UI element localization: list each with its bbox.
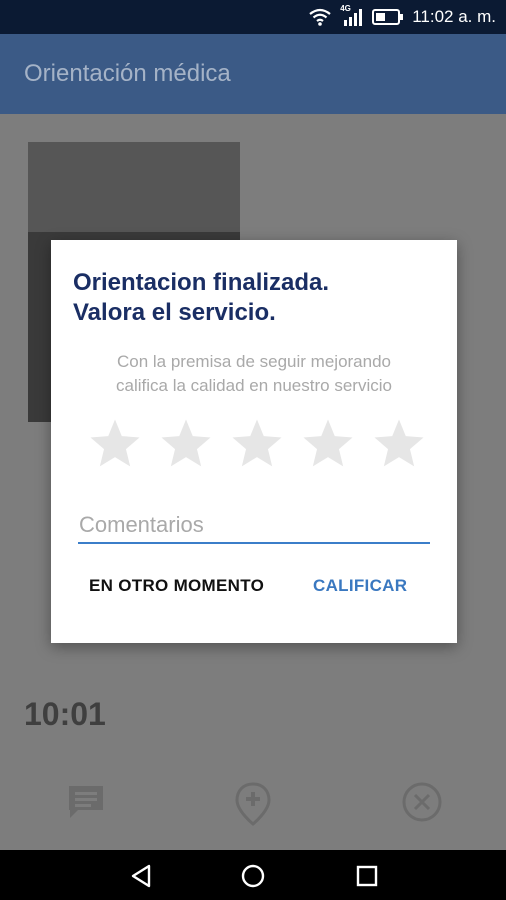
wifi-icon — [308, 8, 332, 26]
status-icons: 4G 11:02 a. m. — [308, 0, 496, 34]
back-icon[interactable] — [128, 863, 154, 894]
star-icon[interactable] — [158, 416, 214, 472]
home-icon[interactable] — [240, 863, 266, 894]
call-timer: 10:01 — [24, 696, 106, 732]
recents-icon[interactable] — [354, 863, 380, 894]
dialog-title-line2: Valora el servicio. — [73, 299, 276, 326]
comments-input[interactable] — [78, 508, 430, 544]
battery-icon — [372, 9, 404, 25]
status-bar: 4G 11:02 a. m. — [0, 0, 506, 34]
dialog-title: Orientacion finalizada. Valora el servic… — [73, 268, 443, 328]
star-icon[interactable] — [229, 416, 285, 472]
star-icon[interactable] — [87, 416, 143, 472]
star-icon[interactable] — [300, 416, 356, 472]
dialog-subtitle-line2: califica la calidad en nuestro servicio — [116, 376, 392, 395]
system-nav-bar — [0, 850, 506, 900]
rating-dialog: Orientacion finalizada. Valora el servic… — [51, 240, 457, 643]
dialog-subtitle: Con la premisa de seguir mejorando calif… — [71, 350, 437, 398]
signal-icon: 4G — [340, 4, 364, 26]
network-type-label: 4G — [340, 4, 351, 13]
star-rating[interactable] — [87, 416, 427, 472]
app-bar: Orientación médica — [0, 34, 506, 114]
end-call-icon[interactable] — [400, 780, 444, 829]
status-time: 11:02 a. m. — [412, 7, 496, 26]
location-pin-icon[interactable] — [231, 780, 275, 833]
dialog-title-line1: Orientacion finalizada. — [73, 269, 330, 296]
chat-icon[interactable] — [64, 780, 108, 829]
star-icon[interactable] — [371, 416, 427, 472]
later-button[interactable]: EN OTRO MOMENTO — [89, 576, 264, 596]
app-title: Orientación médica — [24, 60, 231, 87]
dialog-subtitle-line1: Con la premisa de seguir mejorando — [116, 352, 392, 371]
rate-button[interactable]: CALIFICAR — [313, 576, 407, 596]
